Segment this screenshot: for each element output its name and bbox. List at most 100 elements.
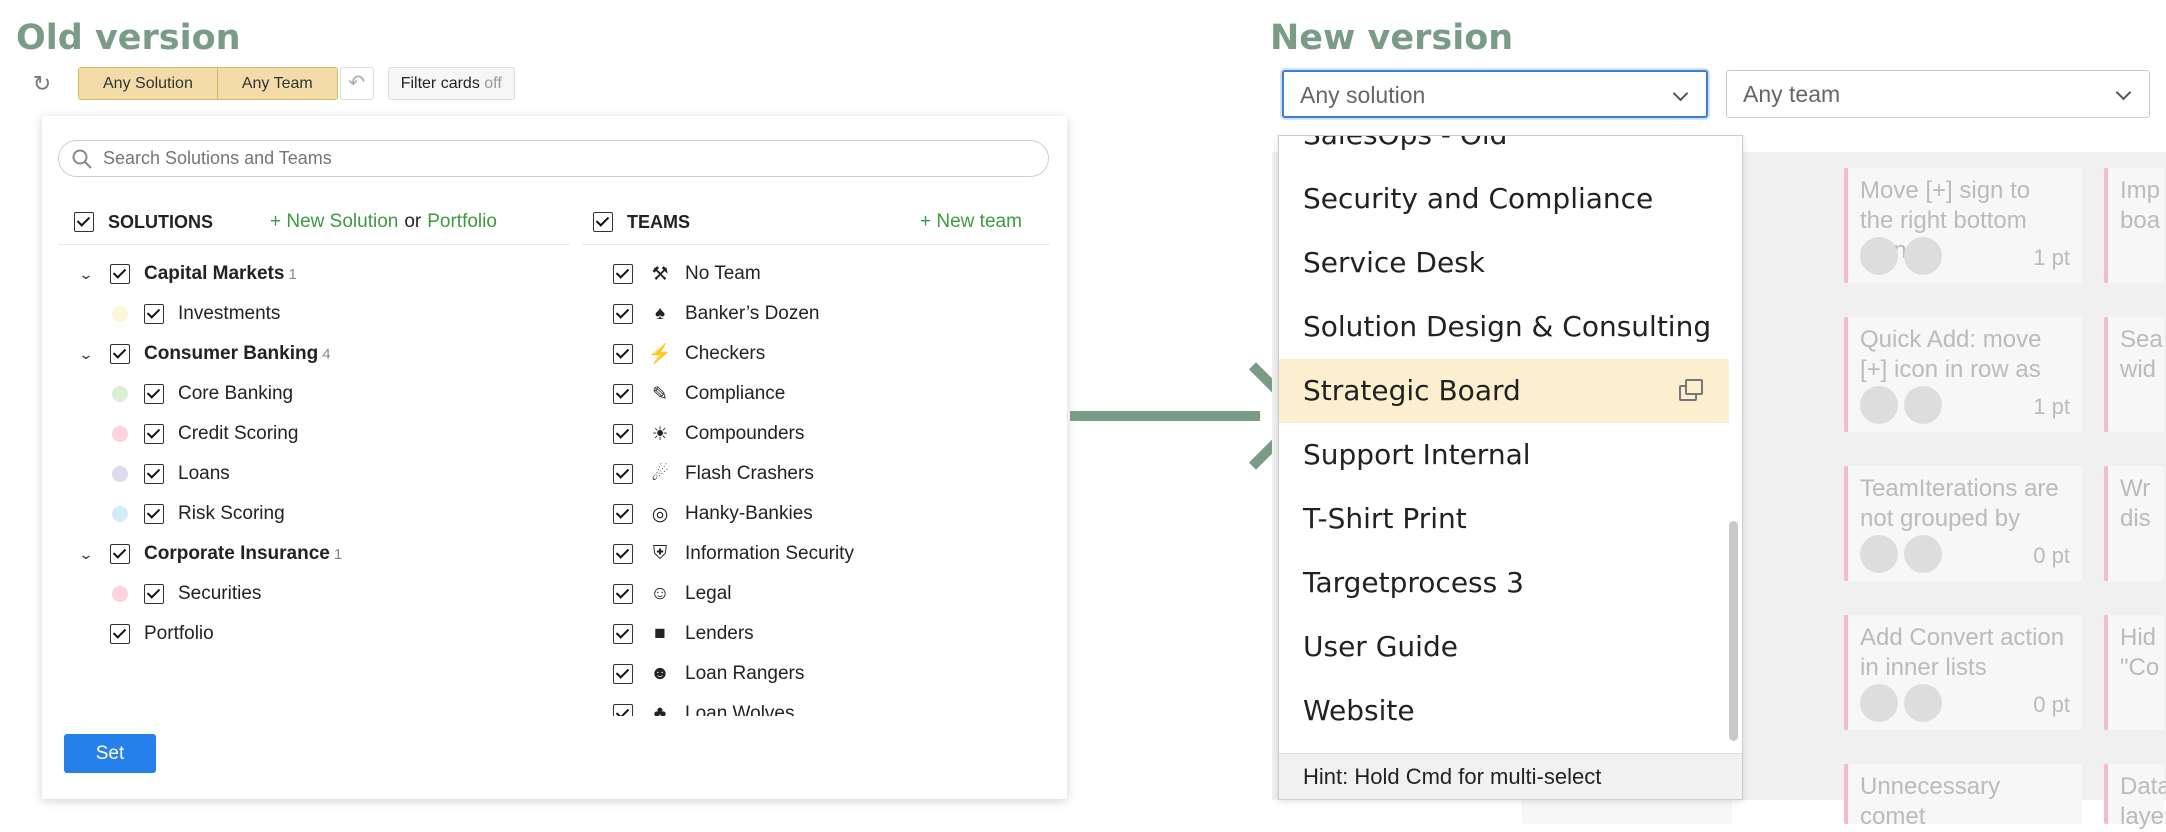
solution-select[interactable]: Any solution xyxy=(1282,70,1708,118)
dropdown-option[interactable]: Security and Compliance xyxy=(1279,167,1729,231)
team-select[interactable]: Any team xyxy=(1726,70,2150,118)
new-team-link[interactable]: + New team xyxy=(920,211,1022,233)
group-label: Consumer Banking xyxy=(144,343,319,364)
color-dot xyxy=(112,306,128,322)
checkbox[interactable] xyxy=(613,664,633,684)
solution-group-consumer-banking[interactable]: Consumer Banking 4 xyxy=(110,339,331,369)
board-card[interactable]: Imp boa xyxy=(2104,168,2164,283)
team-item[interactable]: ⚡ Checkers xyxy=(613,339,765,369)
checkbox[interactable] xyxy=(144,304,164,324)
teams-list[interactable]: ⚒ No Team ♠ Banker’s Dozen ⚡ Checkers ✎ Complia… xyxy=(597,256,1047,716)
chevron-down-icon[interactable]: ⌄ xyxy=(73,259,99,289)
team-emoji-icon: ⚡ xyxy=(648,344,672,365)
checkbox[interactable] xyxy=(613,464,633,484)
board-card[interactable]: Sea wid xyxy=(2104,317,2164,432)
checkbox[interactable] xyxy=(613,264,633,284)
new-solution-link[interactable]: + New Solution xyxy=(270,211,398,233)
checkbox[interactable] xyxy=(144,424,164,444)
search-input[interactable] xyxy=(103,148,1003,169)
checkbox[interactable] xyxy=(144,464,164,484)
solution-item-credit-scoring[interactable]: Credit Scoring xyxy=(144,419,298,449)
team-label: Loan Rangers xyxy=(685,663,805,684)
dropdown-option-label: Support Internal xyxy=(1303,438,1531,471)
checkbox[interactable] xyxy=(110,624,130,644)
filter-cards-state: off xyxy=(484,75,502,92)
solution-group-capital-markets[interactable]: Capital Markets 1 xyxy=(110,259,297,289)
solution-item-risk-scoring[interactable]: Risk Scoring xyxy=(144,499,285,529)
dropdown-option[interactable]: Service Desk xyxy=(1279,231,1729,295)
checkbox[interactable] xyxy=(110,544,130,564)
team-item[interactable]: ⛨ Information Security xyxy=(613,539,854,569)
dropdown-scrollbar[interactable] xyxy=(1729,521,1738,741)
checkbox[interactable] xyxy=(144,584,164,604)
dropdown-option[interactable]: T-Shirt Print xyxy=(1279,487,1729,551)
set-button[interactable]: Set xyxy=(64,734,156,773)
board-card[interactable]: TeamIterations are not grouped by 0 pt xyxy=(1844,466,2082,581)
dropdown-option[interactable]: Website xyxy=(1279,679,1729,743)
card-title: Imp boa xyxy=(2120,177,2161,234)
checkbox[interactable] xyxy=(613,344,633,364)
dropdown-option[interactable]: Support Internal xyxy=(1279,423,1729,487)
team-item[interactable]: ■ Lenders xyxy=(613,619,754,649)
checkbox[interactable] xyxy=(613,304,633,324)
chevron-down-icon[interactable]: ⌄ xyxy=(73,339,99,369)
filter-cards-button[interactable]: Filter cards off xyxy=(387,67,515,100)
refresh-icon[interactable]: ↻ xyxy=(28,70,56,98)
any-solution-button[interactable]: Any Solution xyxy=(79,68,217,99)
dropdown-option-label: Service Desk xyxy=(1303,246,1485,279)
board-card[interactable]: Data layer xyxy=(2104,764,2166,830)
checkbox[interactable] xyxy=(613,624,633,644)
board-card[interactable]: Move [+] sign to the right bottom corner… xyxy=(1844,168,2082,283)
team-item[interactable]: ☺ Legal xyxy=(613,579,732,609)
old-toolbar: ↻ Any Solution Any Team ↶ Filter cards o… xyxy=(18,66,515,101)
color-dot xyxy=(112,586,128,602)
new-portfolio-link[interactable]: Portfolio xyxy=(427,211,497,233)
board-card[interactable]: Wr dis xyxy=(2104,466,2164,581)
solutions-select-all-checkbox[interactable] xyxy=(74,212,94,232)
team-item[interactable]: ✎ Compliance xyxy=(613,379,785,409)
any-team-button[interactable]: Any Team xyxy=(216,68,337,99)
undo-icon[interactable]: ↶ xyxy=(339,67,374,100)
board-card[interactable]: Quick Add: move [+] icon in row as 1 pt xyxy=(1844,317,2082,432)
checkbox[interactable] xyxy=(144,384,164,404)
search-box[interactable] xyxy=(58,140,1049,177)
solution-group-corporate-insurance[interactable]: Corporate Insurance 1 xyxy=(110,539,342,569)
board-card[interactable]: Unnecessary comet xyxy=(1844,764,2082,830)
dropdown-option[interactable]: Solution Design & Consulting xyxy=(1279,295,1729,359)
solution-item-securities[interactable]: Securities xyxy=(144,579,261,609)
checkbox[interactable] xyxy=(613,504,633,524)
dropdown-option[interactable]: Targetprocess 3 xyxy=(1279,551,1729,615)
team-item[interactable]: ◎ Hanky-Bankies xyxy=(613,499,813,529)
team-item[interactable]: ☀ Compounders xyxy=(613,419,804,449)
team-item[interactable]: ♠ Banker’s Dozen xyxy=(613,299,819,329)
team-item[interactable]: ♣ Loan Wolves xyxy=(613,699,795,716)
chevron-down-icon[interactable]: ⌄ xyxy=(73,539,99,569)
board-card[interactable]: Add Convert action in inner lists 0 pt xyxy=(1844,615,2082,730)
dropdown-option-label: Strategic Board xyxy=(1303,374,1521,407)
dropdown-option[interactable]: Strategic Board xyxy=(1279,359,1729,423)
checkbox[interactable] xyxy=(110,344,130,364)
team-item[interactable]: ☄ Flash Crashers xyxy=(613,459,814,489)
solution-item-investments[interactable]: Investments xyxy=(144,299,280,329)
solution-dropdown: SalesOps - Old Security and Compliance Ser… xyxy=(1278,135,1743,800)
checkbox[interactable] xyxy=(613,384,633,404)
teams-select-all-checkbox[interactable] xyxy=(593,212,613,232)
solution-item-core-banking[interactable]: Core Banking xyxy=(144,379,293,409)
dropdown-option[interactable]: User Guide xyxy=(1279,615,1729,679)
solution-item-loans[interactable]: Loans xyxy=(144,459,230,489)
card-title: Sea wid xyxy=(2120,326,2163,383)
checkbox[interactable] xyxy=(613,544,633,564)
dropdown-option[interactable]: SalesOps - Old xyxy=(1279,136,1729,167)
checkbox[interactable] xyxy=(110,264,130,284)
team-item[interactable]: ☻ Loan Rangers xyxy=(613,659,804,689)
checkbox[interactable] xyxy=(613,704,633,716)
board-card[interactable]: Hid "Co xyxy=(2104,615,2164,730)
open-in-new-window-icon[interactable] xyxy=(1679,379,1705,403)
checkbox[interactable] xyxy=(144,504,164,524)
checkbox[interactable] xyxy=(613,584,633,604)
color-dot xyxy=(112,426,128,442)
team-item[interactable]: ⚒ No Team xyxy=(613,259,761,289)
checkbox[interactable] xyxy=(613,424,633,444)
solution-item-portfolio[interactable]: Portfolio xyxy=(110,619,214,649)
item-label: Risk Scoring xyxy=(178,503,285,524)
